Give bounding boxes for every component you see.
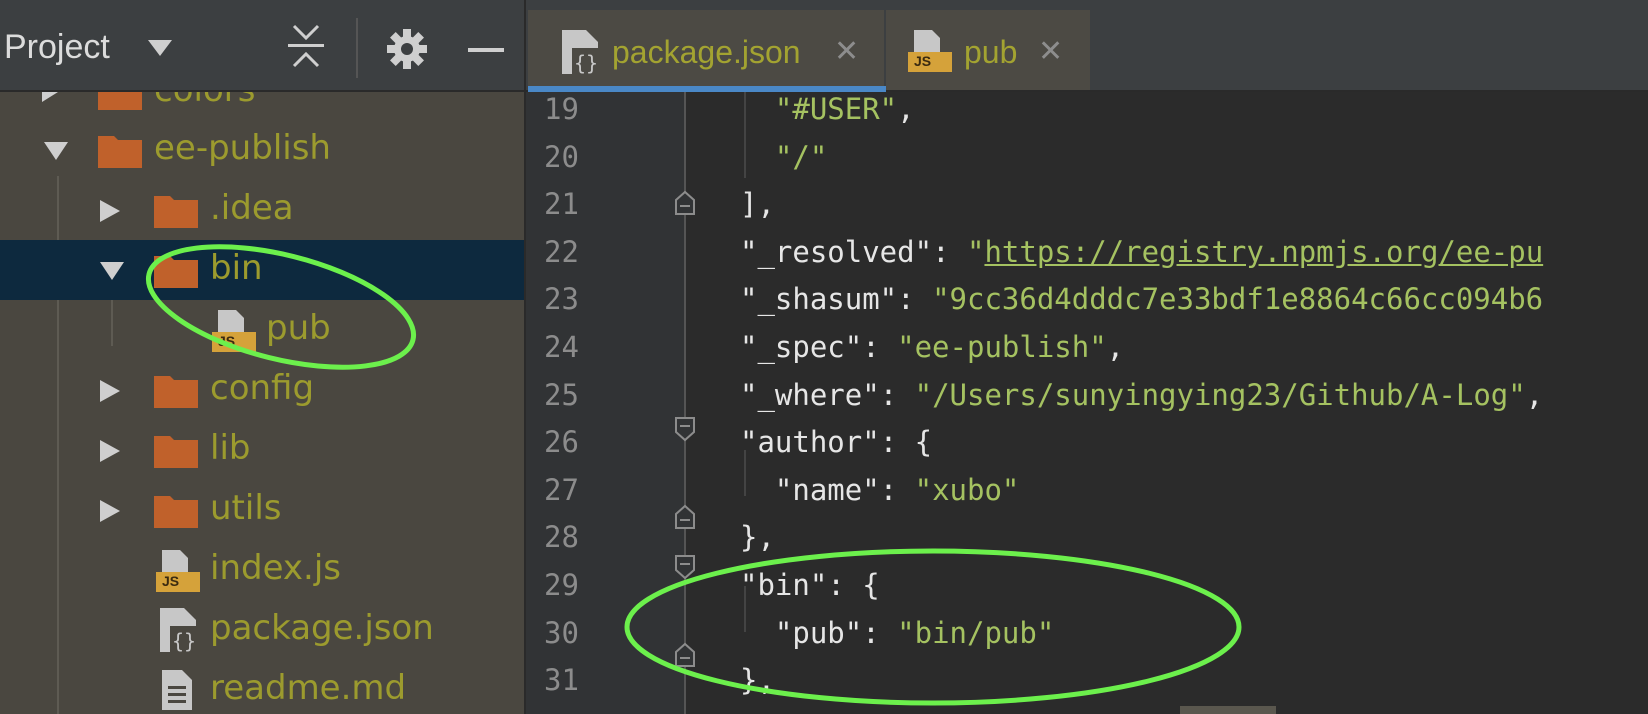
collapse-arrow-icon[interactable]: [98, 260, 126, 282]
collapse-all-icon[interactable]: [286, 22, 326, 70]
code-line: "bin": {: [740, 568, 880, 602]
close-icon[interactable]: ✕: [1038, 34, 1063, 69]
fold-start-icon[interactable]: [674, 554, 696, 580]
code-line: ],: [740, 187, 775, 222]
code-editor[interactable]: 19 20 21 22 23 24 25 26 27 28 29 30 31 "#USER", "/"]…: [526, 92, 1648, 714]
fold-start-icon[interactable]: [674, 416, 696, 442]
code-line: },: [740, 663, 775, 698]
collapse-arrow-icon[interactable]: [42, 140, 70, 162]
folder-icon: [98, 92, 142, 110]
js-file-icon: JS: [908, 28, 952, 74]
tree-item-utils[interactable]: utils: [0, 480, 524, 540]
text-file-icon: [162, 670, 192, 710]
code-line: },: [740, 520, 775, 555]
project-panel-header: Project: [0, 0, 524, 92]
tab-pub[interactable]: JS pub ✕: [886, 10, 1090, 90]
tree-item-label: ee-publish: [154, 128, 331, 168]
code-line: "pub": "bin/pub": [774, 615, 1055, 650]
code-line: "_resolved": "https://registry.npmjs.org…: [740, 234, 1544, 269]
folder-icon: [154, 376, 198, 408]
line-number: 31: [544, 663, 579, 698]
fold-end-icon[interactable]: [674, 190, 696, 216]
expand-arrow-icon[interactable]: [98, 498, 122, 524]
json-file-icon: {}: [160, 608, 198, 653]
tree-item-package-json[interactable]: {} package.json: [0, 600, 524, 660]
tree-item-lib[interactable]: lib: [0, 420, 524, 480]
tree-item-label: pub: [266, 308, 331, 348]
code-line: "name": "xubo": [774, 472, 1020, 507]
tree-item-colors[interactable]: colors: [0, 92, 524, 122]
tab-label: pub: [964, 34, 1018, 70]
close-icon[interactable]: ✕: [834, 34, 859, 69]
tree-item-label: .idea: [210, 188, 294, 228]
folder-icon: [154, 256, 198, 288]
expand-arrow-icon[interactable]: [98, 438, 122, 464]
tree-item-index-js[interactable]: JS index.js: [0, 540, 524, 600]
tree-item-label: package.json: [210, 608, 434, 648]
js-file-icon: JS: [212, 308, 256, 354]
code-line: "author": {: [740, 425, 933, 460]
line-number: 24: [544, 330, 579, 364]
js-badge-text: JS: [218, 333, 236, 349]
line-number: 30: [544, 615, 579, 650]
line-number: 20: [544, 139, 579, 174]
json-file-icon: {}: [562, 30, 600, 75]
line-number: 21: [544, 187, 579, 222]
line-number: 28: [544, 520, 579, 555]
js-badge-text: JS: [162, 573, 180, 589]
tree-item-bin[interactable]: bin: [0, 240, 524, 300]
code-line: "#USER",: [774, 92, 915, 126]
project-panel: Project colors: [0, 0, 526, 714]
code-line: "_spec": "ee-publish",: [740, 330, 1125, 364]
tree-item-idea[interactable]: .idea: [0, 180, 524, 240]
gutter-fold-line: [684, 92, 686, 714]
svg-text:{}: {}: [574, 51, 598, 75]
line-number: 29: [544, 568, 579, 602]
editor-tab-bar: {} package.json ✕ JS pub ✕: [526, 0, 1648, 92]
folder-icon: [154, 196, 198, 228]
line-number: 27: [544, 472, 579, 507]
project-view-selector[interactable]: Project: [4, 28, 110, 67]
svg-text:{}: {}: [172, 629, 196, 653]
tree-item-pub[interactable]: JS pub: [0, 300, 524, 360]
tree-item-label: index.js: [210, 548, 341, 588]
line-number: 26: [544, 425, 579, 460]
tree-item-label: bin: [210, 248, 263, 288]
fold-end-icon[interactable]: [674, 642, 696, 668]
tree-item-label: lib: [210, 428, 251, 468]
tree-item-config[interactable]: config: [0, 360, 524, 420]
code-line: "/": [774, 139, 828, 174]
tree-item-label: config: [210, 368, 315, 408]
folder-icon: [154, 496, 198, 528]
code-line: "_where": "/Users/sunyingying23/Github/A…: [740, 377, 1544, 412]
expand-arrow-icon[interactable]: [98, 198, 122, 224]
tab-label: package.json: [612, 34, 801, 70]
horizontal-scrollbar-thumb[interactable]: [1180, 706, 1276, 714]
project-tree: colors ee-publish .idea bin JS pub: [0, 92, 524, 714]
tree-item-label: readme.md: [210, 668, 407, 708]
code-line: "_shasum": "9cc36d4dddc7e33bdf1e8864c66c…: [740, 282, 1544, 317]
line-number: 19: [544, 92, 579, 126]
line-number: 23: [544, 282, 579, 317]
minimize-icon[interactable]: [468, 48, 504, 52]
gear-icon[interactable]: [386, 28, 428, 70]
expand-arrow-icon[interactable]: [98, 378, 122, 404]
tree-item-label: colors: [154, 92, 255, 110]
folder-icon: [154, 436, 198, 468]
tab-package-json[interactable]: {} package.json ✕: [528, 10, 886, 92]
line-number: 22: [544, 234, 579, 269]
folder-icon: [98, 136, 142, 168]
chevron-down-icon[interactable]: [146, 38, 174, 58]
tree-item-readme-md[interactable]: readme.md: [0, 660, 524, 714]
tree-item-ee-publish[interactable]: ee-publish: [0, 120, 524, 180]
js-badge-text: JS: [914, 53, 932, 69]
js-file-icon: JS: [156, 548, 200, 594]
expand-arrow-icon[interactable]: [40, 92, 60, 104]
line-number: 25: [544, 377, 579, 412]
tree-item-label: utils: [210, 488, 282, 528]
header-divider: [356, 18, 358, 78]
fold-end-icon[interactable]: [674, 504, 696, 530]
